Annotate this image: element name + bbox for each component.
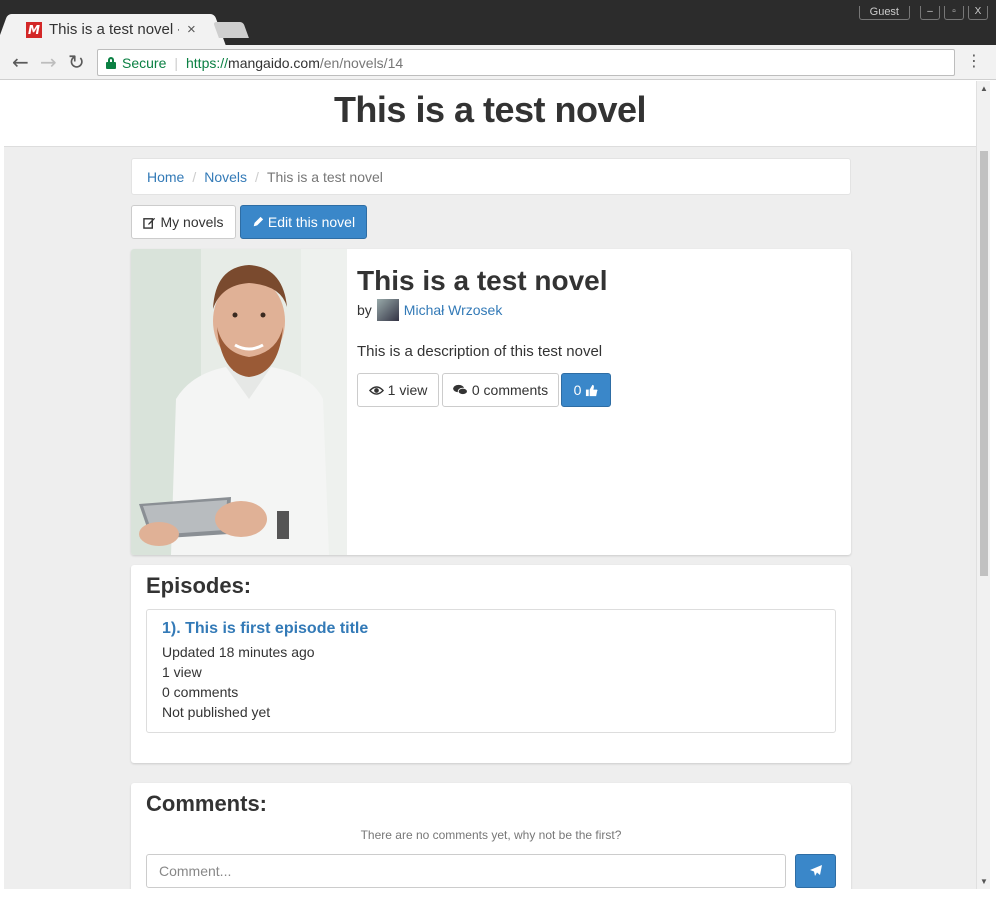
tab-close-icon[interactable]: × (187, 21, 196, 38)
window-bottom-edge (0, 889, 996, 901)
close-window-button[interactable]: X (968, 6, 988, 20)
address-bar[interactable]: Secure | https://mangaido.com/en/novels/… (97, 49, 955, 76)
edit-novel-button[interactable]: Edit this novel (240, 205, 367, 239)
url-scheme: https:// (186, 54, 229, 71)
comments-heading: Comments: (146, 791, 268, 816)
by-label: by (357, 302, 372, 318)
pencil-icon (253, 216, 264, 227)
browser-menu-icon[interactable]: ⋮ (966, 53, 982, 71)
novel-title: This is a test novel (357, 265, 608, 296)
novel-cover-image (131, 249, 347, 555)
comments-count-button[interactable]: 0 comments (442, 373, 559, 407)
scroll-up-icon[interactable]: ▲ (980, 84, 988, 93)
comments-icon (452, 384, 468, 396)
scrollbar-thumb[interactable] (980, 151, 988, 576)
views-count: 1 view (387, 382, 428, 398)
episode-comments: 0 comments (162, 684, 239, 700)
episode-item[interactable]: 1). This is first episode title Updated … (146, 609, 836, 733)
favicon-icon: M (26, 21, 42, 38)
window-controls: Guest – ▫ X (858, 6, 988, 20)
breadcrumb-current: This is a test novel (266, 168, 383, 185)
maximize-button[interactable]: ▫ (944, 6, 964, 20)
episode-status: Not published yet (162, 704, 271, 720)
like-button[interactable]: 0 (561, 373, 611, 407)
browser-toolbar: ← → ↻ Secure | https://mangaido.com/en/n… (0, 45, 996, 80)
page-title: This is a test novel (333, 89, 647, 130)
omnibox-separator: | (174, 54, 178, 71)
guest-profile-button[interactable]: Guest (858, 6, 910, 20)
scroll-down-icon[interactable]: ▼ (980, 877, 988, 886)
author-avatar (376, 299, 399, 321)
my-novels-label: My novels (160, 214, 224, 230)
new-tab-button[interactable] (213, 22, 249, 38)
thumbs-up-icon (586, 384, 598, 396)
page-viewport: This is a test novel Home / Novels / Thi… (4, 81, 976, 889)
breadcrumb: Home / Novels / This is a test novel (131, 158, 851, 195)
breadcrumb-separator: / (192, 168, 197, 185)
back-arrow-icon[interactable]: ← (12, 51, 29, 73)
episodes-card: Episodes: 1). This is first episode titl… (131, 565, 851, 763)
url-host: mangaido.com (228, 54, 320, 71)
reload-icon[interactable]: ↻ (68, 51, 85, 73)
comments-count: 0 comments (471, 382, 549, 398)
browser-tab-active[interactable]: M This is a test novel - × (12, 14, 210, 45)
site-header: This is a test novel (4, 81, 976, 147)
forward-arrow-icon[interactable]: → (40, 51, 57, 73)
edit-square-icon (143, 217, 156, 229)
breadcrumb-novels[interactable]: Novels (204, 169, 247, 185)
edit-novel-label: Edit this novel (267, 214, 356, 230)
tab-title: This is a test novel - (49, 21, 179, 38)
comments-card: Comments: There are no comments yet, why… (131, 783, 851, 889)
eye-icon (368, 385, 384, 395)
breadcrumb-separator: / (255, 168, 259, 185)
author-link[interactable]: Michał Wrzosek (404, 302, 503, 318)
minimize-button[interactable]: – (920, 6, 940, 20)
views-button[interactable]: 1 view (357, 373, 439, 407)
episode-updated: Updated 18 minutes ago (162, 644, 315, 660)
episode-title-link[interactable]: 1). This is first episode title (162, 620, 368, 638)
breadcrumb-home[interactable]: Home (147, 169, 184, 185)
page-scrollbar[interactable]: ▲ ▼ (976, 81, 990, 889)
like-count: 0 (573, 382, 582, 398)
send-comment-button[interactable] (795, 854, 836, 888)
episodes-heading: Episodes: (146, 573, 252, 598)
comment-input[interactable] (146, 854, 786, 888)
novel-card: This is a test novel by Michał Wrzosek T… (131, 249, 851, 555)
episode-views: 1 view (162, 664, 202, 680)
secure-label: Secure (122, 54, 167, 71)
novel-description: This is a description of this test novel (357, 343, 603, 360)
paper-plane-icon (809, 865, 822, 876)
novel-byline: by Michał Wrzosek (357, 299, 502, 321)
my-novels-button[interactable]: My novels (131, 205, 236, 239)
no-comments-message: There are no comments yet, why not be th… (360, 828, 622, 842)
url-path: /en/novels/14 (319, 54, 404, 71)
lock-icon (106, 56, 116, 69)
